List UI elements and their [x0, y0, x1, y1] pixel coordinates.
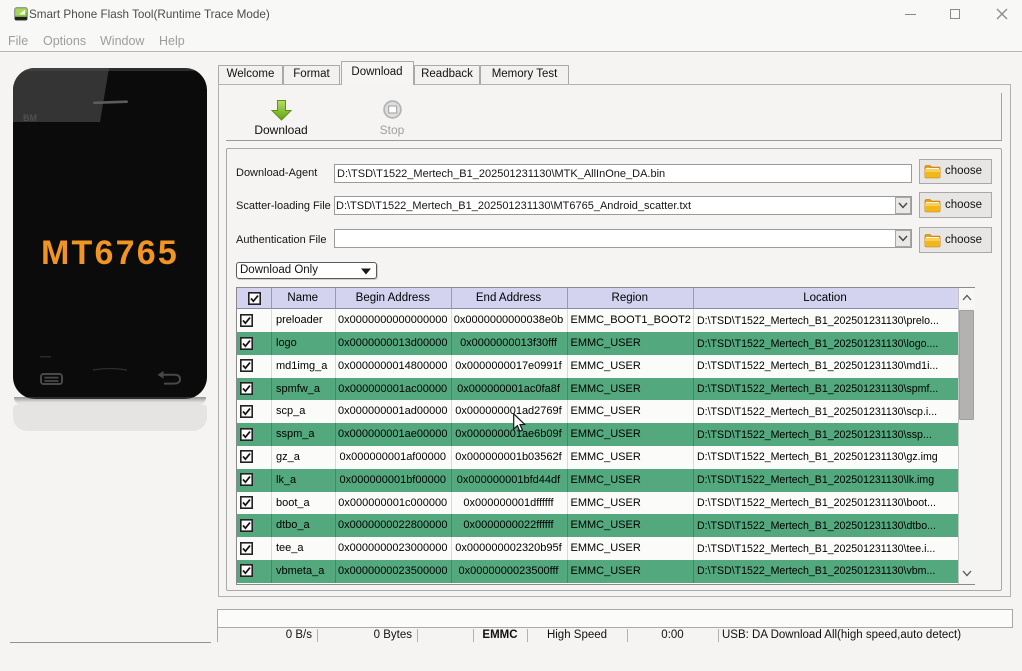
svg-text:MT6765: MT6765	[41, 234, 179, 272]
svg-text:BM: BM	[23, 113, 37, 123]
